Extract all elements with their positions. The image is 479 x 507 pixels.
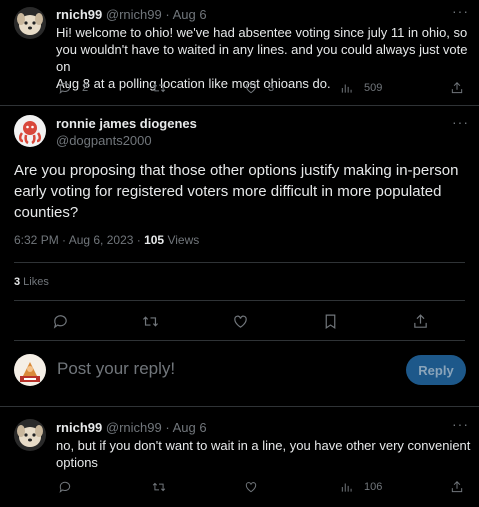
divider (14, 340, 465, 341)
views-button[interactable]: 509 (340, 81, 382, 95)
octopus-avatar-icon (14, 115, 46, 147)
tweet-text-line: you wouldn't have to waited in any lines… (56, 42, 468, 74)
tweet-text: no, but if you don't want to wait in a l… (56, 437, 471, 471)
reply-button[interactable] (52, 313, 69, 335)
likes-label: Likes (20, 276, 49, 288)
tweet-meta: 6:32 PM · Aug 6, 2023 · 105 Views (14, 233, 199, 247)
avatar-dogpants2000[interactable] (14, 115, 46, 147)
author-name[interactable]: rnich99 (56, 7, 102, 22)
author-handle[interactable]: @dogpants2000 (56, 133, 152, 148)
views-count: 105 (144, 233, 165, 247)
retweet-button[interactable] (142, 313, 159, 335)
author-name[interactable]: rnich99 (56, 420, 102, 435)
reply-input[interactable]: Post your reply! (57, 359, 175, 379)
separator: · (165, 420, 170, 435)
tweet-timestamp[interactable]: 6:32 PM · Aug 6, 2023 · (14, 233, 144, 247)
avatar-rnich99[interactable] (14, 7, 46, 39)
tweet-date[interactable]: Aug 6 (173, 7, 207, 22)
reply-icon (53, 315, 67, 329)
divider (14, 300, 465, 301)
views-count: 106 (364, 481, 383, 493)
author-name[interactable]: ronnie james diogenes (56, 116, 197, 131)
reply-button[interactable]: 2 (58, 81, 88, 95)
divider (14, 262, 465, 263)
reply-icon (59, 82, 71, 94)
views-button[interactable]: 106 (340, 480, 382, 494)
heart-icon (245, 83, 257, 94)
avatar-current-user[interactable] (14, 354, 46, 386)
bookmark-button[interactable] (322, 313, 339, 335)
heart-icon (234, 315, 247, 328)
tweet-text-line: no, but if you don't want to wait in a l… (56, 438, 471, 453)
bookmark-icon (325, 314, 336, 330)
like-button[interactable] (232, 313, 249, 335)
views-label: Views (164, 233, 200, 247)
tweet-date[interactable]: Aug 6 (173, 420, 207, 435)
divider (0, 406, 479, 407)
share-button[interactable] (412, 313, 429, 335)
more-icon[interactable]: ··· (452, 114, 469, 130)
dog-avatar-icon (14, 419, 46, 451)
tweet-text-line: options (56, 455, 98, 470)
views-icon (341, 84, 352, 93)
retweet-button[interactable] (152, 480, 166, 494)
avatar-rnich99[interactable] (14, 419, 46, 451)
views-icon (341, 483, 352, 492)
like-button[interactable] (244, 480, 258, 494)
author-handle[interactable]: @rnich99 (106, 420, 162, 435)
author-handle[interactable]: @rnich99 (106, 7, 162, 22)
tweet-text: Are you proposing that those other optio… (14, 162, 459, 221)
dog-avatar-icon (14, 7, 46, 39)
share-button[interactable] (450, 81, 464, 95)
like-count: 3 (268, 82, 275, 94)
separator: · (165, 7, 170, 22)
share-icon (414, 314, 427, 328)
retweet-icon (152, 482, 166, 492)
share-icon (451, 481, 463, 493)
share-button[interactable] (450, 480, 464, 494)
reply-button[interactable] (58, 480, 72, 494)
reply-submit-button[interactable]: Reply (406, 355, 466, 385)
more-icon[interactable]: ··· (452, 3, 469, 19)
heart-icon (245, 482, 257, 493)
reply-count: 2 (82, 82, 89, 94)
likes-summary[interactable]: 3 Likes (14, 276, 49, 288)
share-icon (451, 82, 463, 94)
more-icon[interactable]: ··· (452, 416, 469, 432)
retweet-icon (142, 316, 159, 327)
views-count: 509 (364, 82, 383, 94)
retweet-icon (152, 83, 166, 93)
divider (0, 105, 479, 106)
like-button[interactable]: 3 (244, 81, 274, 95)
reply-icon (59, 481, 71, 493)
retweet-button[interactable] (152, 81, 166, 95)
tweet-text-line: Hi! welcome to ohio! we've had absentee … (56, 25, 468, 40)
user-avatar-icon (14, 354, 46, 386)
